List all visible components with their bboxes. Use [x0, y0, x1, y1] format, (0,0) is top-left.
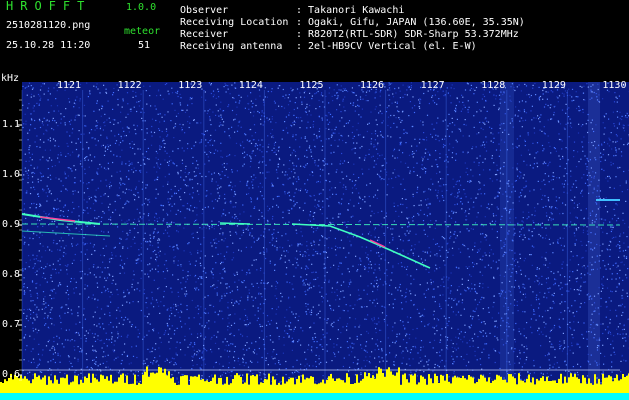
- x-tick-label: 1130: [602, 80, 627, 91]
- meteor-count-label: meteor: [124, 26, 161, 37]
- y-tick-label: 1.1: [2, 119, 21, 130]
- y-tick-label: 0.9: [2, 219, 21, 230]
- y-axis-unit: kHz: [1, 73, 20, 84]
- y-tick-label: 0.6: [2, 369, 21, 380]
- spectrogram: [0, 82, 629, 400]
- app-version: 1.0.0: [126, 2, 157, 13]
- info-key-antenna: Receiving antenna: [180, 41, 283, 52]
- info-value-location: : Ogaki, Gifu, JAPAN (136.60E, 35.35N): [296, 17, 525, 28]
- file-name: 2510281120.png: [6, 20, 91, 31]
- x-tick-label: 1121: [57, 80, 82, 91]
- info-value-observer: : Takanori Kawachi: [296, 5, 405, 16]
- x-tick-label: 1129: [541, 80, 566, 91]
- x-tick-label: 1127: [420, 80, 445, 91]
- short-echo: [219, 222, 251, 225]
- info-key-receiver: Receiver: [180, 29, 229, 40]
- info-key-location: Receiving Location: [180, 17, 289, 28]
- meteor-count-value: 51: [138, 40, 151, 51]
- x-tick-label: 1122: [117, 80, 142, 91]
- y-tick-label: 0.8: [2, 269, 21, 280]
- x-tick-label: 1125: [299, 80, 324, 91]
- x-tick-label: 1128: [481, 80, 506, 91]
- info-value-antenna: : 2el-HB9CV Vertical (el. E-W): [296, 41, 477, 52]
- app-brand: HROFFT: [6, 0, 92, 13]
- x-tick-label: 1126: [360, 80, 385, 91]
- info-key-observer: Observer: [180, 5, 229, 16]
- floor-band: [0, 393, 629, 400]
- capture-datetime: 25.10.28 11:20: [6, 40, 91, 51]
- x-tick-label: 1124: [238, 80, 263, 91]
- x-tick-label: 1123: [178, 80, 203, 91]
- y-tick-label: 1.0: [2, 169, 21, 180]
- y-tick-label: 0.7: [2, 319, 21, 330]
- info-value-receiver: : R820T2(RTL-SDR) SDR-Sharp 53.372MHz: [296, 29, 519, 40]
